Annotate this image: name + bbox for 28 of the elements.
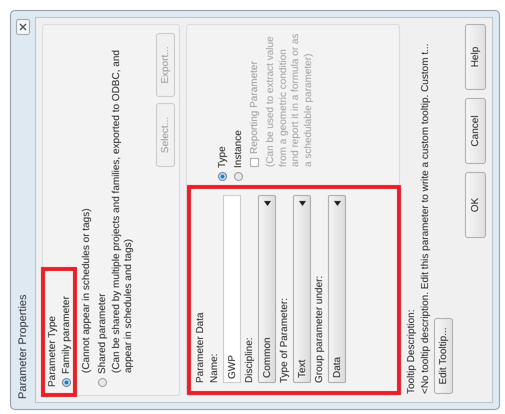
edit-tooltip-button[interactable]: Edit Tooltip... (434, 318, 453, 394)
dropdown[interactable]: Data (328, 195, 346, 383)
dropdown-arrow-icon (264, 201, 270, 206)
dropdown[interactable]: Common (258, 195, 276, 383)
close-icon[interactable] (16, 19, 30, 35)
option-note: (Can be shared by multiple projects and families, exported to ODBC, and appear in schedules and tags) (110, 49, 135, 375)
group-label: Parameter Type (47, 316, 58, 387)
tooltip-text: <No tooltip description. Edit this parameter to write a custom tooltip. Custom t... (420, 42, 431, 394)
dialog-button[interactable]: OK (465, 172, 486, 238)
field-label: Name: (209, 354, 220, 383)
dropdown-arrow-icon (334, 201, 340, 206)
dialog-button[interactable]: Cancel (465, 98, 486, 164)
field-label: Tooltip Description: (406, 310, 417, 394)
dropdown-arrow-icon (298, 201, 306, 206)
window-title: Parameter Properties (17, 294, 29, 399)
field-label: Type of Parameter: (279, 298, 290, 383)
option-note: (Cannot appear in schedules or tags) (81, 207, 93, 375)
option-note: (Can be used to extract value from a geometric condition and report it in a formula or as a schedulable parameter) (265, 33, 314, 169)
field-label: Group parameter under: (314, 276, 325, 383)
name-field[interactable]: GWP (223, 195, 241, 383)
group-label: Parameter Data (195, 312, 206, 383)
radio-option[interactable]: Type (217, 146, 228, 181)
dialog-button[interactable]: Help (465, 24, 486, 90)
dropdown[interactable]: Text (293, 195, 311, 383)
radio-option[interactable]: Shared parameter (96, 293, 108, 387)
radio-option[interactable]: Instance (233, 130, 244, 181)
radio-option[interactable]: Family parameter (61, 296, 72, 387)
field-label: Discipline: (244, 337, 255, 383)
